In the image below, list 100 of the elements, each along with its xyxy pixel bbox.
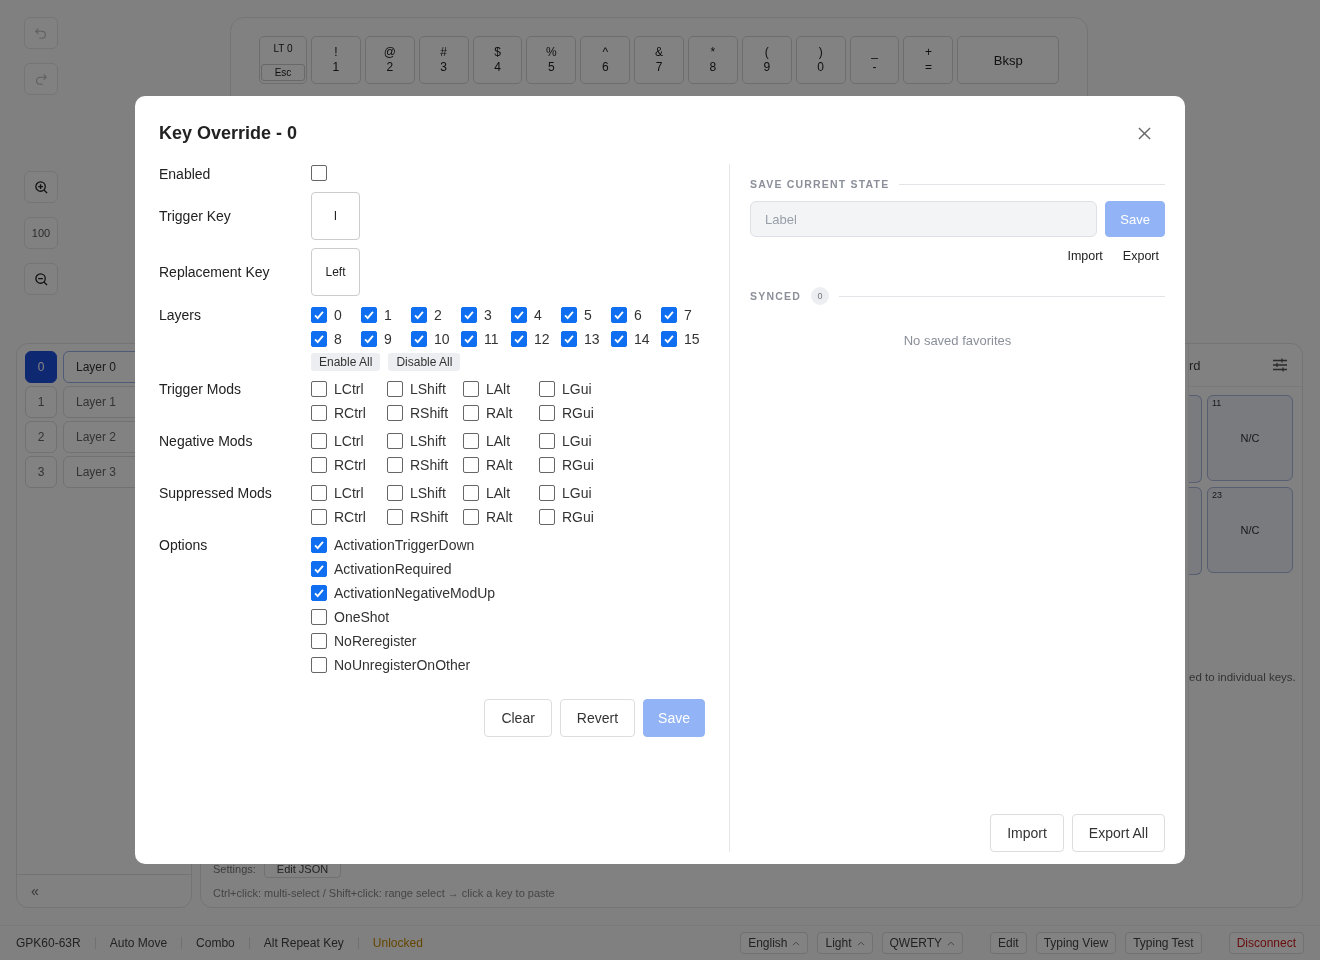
- key-legend: +: [924, 45, 932, 60]
- checkbox[interactable]: [539, 381, 555, 397]
- checkbox[interactable]: [411, 331, 427, 347]
- checkbox-label: 13: [584, 331, 600, 347]
- checkbox[interactable]: [311, 633, 327, 649]
- keyboard-key[interactable]: ^ 6: [580, 36, 631, 84]
- checkbox-label: RCtrl: [334, 509, 366, 525]
- checkbox-label: LShift: [410, 381, 446, 397]
- keyboard-key[interactable]: @ 2: [364, 36, 415, 84]
- label-field[interactable]: Label: [750, 201, 1098, 237]
- keyboard-key[interactable]: + =: [903, 36, 954, 84]
- checkbox[interactable]: [511, 331, 527, 347]
- zoom-out-button[interactable]: [24, 263, 58, 295]
- status-button[interactable]: Typing Test: [1125, 932, 1202, 954]
- checkbox[interactable]: [387, 509, 403, 525]
- checkbox[interactable]: [539, 485, 555, 501]
- checkbox[interactable]: [311, 433, 327, 449]
- link-button[interactable]: Export: [1118, 247, 1163, 265]
- collapse-button[interactable]: «: [27, 883, 43, 899]
- checkbox[interactable]: [411, 307, 427, 323]
- key-index: 11: [1212, 398, 1222, 408]
- checkbox[interactable]: [311, 585, 327, 601]
- layers-toggle-button[interactable]: Enable All: [311, 353, 381, 371]
- checkbox[interactable]: [463, 405, 479, 421]
- checkbox[interactable]: [387, 485, 403, 501]
- checkbox[interactable]: [611, 307, 627, 323]
- checkbox[interactable]: [463, 381, 479, 397]
- checkbox[interactable]: [311, 657, 327, 673]
- checkbox[interactable]: [463, 457, 479, 473]
- keyboard-key[interactable]: # 3: [418, 36, 469, 84]
- key-slot[interactable]: 23 N/C: [1207, 487, 1293, 573]
- checkbox[interactable]: [463, 509, 479, 525]
- status-button[interactable]: Typing View: [1035, 932, 1117, 954]
- keyboard-key[interactable]: * 8: [688, 36, 738, 84]
- layer-number-button[interactable]: 3: [25, 456, 57, 488]
- checkbox[interactable]: [463, 433, 479, 449]
- keyboard-key[interactable]: ( 9: [741, 36, 792, 84]
- status-item: Unlocked: [357, 937, 437, 949]
- key-picker[interactable]: Left: [311, 248, 360, 296]
- zoom-in-button[interactable]: [24, 171, 58, 203]
- checkbox[interactable]: [311, 331, 327, 347]
- checkbox[interactable]: [561, 307, 577, 323]
- checkbox-label: LAlt: [486, 485, 511, 501]
- checkbox[interactable]: [361, 331, 377, 347]
- checkbox[interactable]: [611, 331, 627, 347]
- footer-button[interactable]: Import: [990, 814, 1064, 852]
- checkbox[interactable]: [539, 405, 555, 421]
- layer-number-button[interactable]: 0: [25, 351, 57, 383]
- keyboard-key[interactable]: $ 4: [472, 36, 523, 84]
- keyboard-key[interactable]: LT 0 Esc: [259, 36, 307, 84]
- keyboard-key[interactable]: Bksp: [957, 36, 1060, 84]
- footer-button[interactable]: Export All: [1071, 814, 1165, 852]
- action-button[interactable]: Clear: [484, 699, 552, 737]
- panel-title: rd: [1189, 357, 1201, 373]
- checkbox[interactable]: [311, 537, 327, 553]
- checkbox[interactable]: [311, 609, 327, 625]
- checkbox[interactable]: [311, 164, 327, 181]
- keyboard-key[interactable]: ) 0: [795, 36, 846, 84]
- checkbox[interactable]: [311, 485, 327, 501]
- checkbox[interactable]: [539, 433, 555, 449]
- layer-number-button[interactable]: 2: [25, 421, 57, 453]
- keyboard-key[interactable]: _ -: [849, 36, 900, 84]
- checkbox-label: RAlt: [486, 457, 513, 473]
- key-picker[interactable]: I: [311, 192, 360, 240]
- checkbox[interactable]: [311, 381, 327, 397]
- status-button[interactable]: Edit: [989, 932, 1027, 954]
- checkbox[interactable]: [387, 433, 403, 449]
- disconnect-button[interactable]: Disconnect: [1228, 932, 1304, 954]
- layers-toggle-button[interactable]: Disable All: [388, 353, 461, 371]
- keyboard-key[interactable]: % 5: [526, 36, 577, 84]
- checkbox[interactable]: [539, 509, 555, 525]
- checkbox[interactable]: [311, 405, 327, 421]
- link-button[interactable]: Import: [1063, 247, 1107, 265]
- checkbox[interactable]: [461, 331, 477, 347]
- keyboard-key[interactable]: & 7: [634, 36, 684, 84]
- key-slot[interactable]: 11 N/C: [1207, 395, 1293, 481]
- undo-icon: [34, 26, 48, 40]
- checkbox[interactable]: [539, 457, 555, 473]
- keyboard-key[interactable]: ! 1: [311, 36, 361, 84]
- checkbox[interactable]: [311, 307, 327, 323]
- checkbox[interactable]: [661, 331, 677, 347]
- checkbox[interactable]: [461, 307, 477, 323]
- action-button[interactable]: Revert: [559, 699, 636, 737]
- dropdown-button[interactable]: Light: [817, 932, 873, 954]
- zoom-level[interactable]: 100: [24, 217, 58, 249]
- checkbox[interactable]: [511, 307, 527, 323]
- checkbox[interactable]: [463, 485, 479, 501]
- checkbox[interactable]: [387, 381, 403, 397]
- checkbox[interactable]: [361, 307, 377, 323]
- checkbox[interactable]: [661, 307, 677, 323]
- checkbox[interactable]: [311, 457, 327, 473]
- checkbox[interactable]: [387, 405, 403, 421]
- layer-number-button[interactable]: 1: [25, 386, 57, 418]
- checkbox[interactable]: [561, 331, 577, 347]
- checkbox[interactable]: [311, 561, 327, 577]
- dropdown-button[interactable]: English: [740, 932, 809, 954]
- sliders-icon[interactable]: [1272, 357, 1288, 373]
- checkbox[interactable]: [311, 509, 327, 525]
- dropdown-button[interactable]: QWERTY: [881, 932, 963, 954]
- checkbox[interactable]: [387, 457, 403, 473]
